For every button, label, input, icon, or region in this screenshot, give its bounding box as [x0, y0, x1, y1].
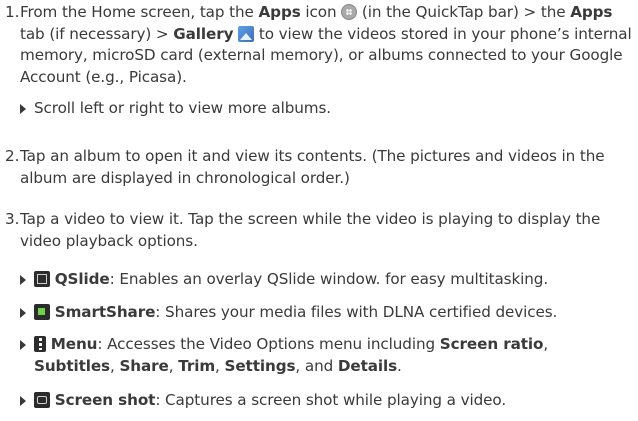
step-number: 2. — [5, 147, 20, 165]
screenshot-icon — [34, 392, 50, 408]
menu-icon — [34, 336, 46, 352]
step-number: 1. — [5, 3, 20, 21]
apps-icon — [341, 4, 358, 20]
smartshare-icon — [34, 304, 50, 320]
step-number: 3. — [5, 210, 20, 228]
step-3: 3. Tap a video to view it. Tap the scree… — [0, 209, 632, 252]
bullet-arrow-icon — [20, 396, 26, 406]
step-2: 2. Tap an album to open it and view its … — [0, 146, 632, 189]
bullet-arrow-icon — [20, 275, 26, 285]
bullet-item: Scroll left or right to view more albums… — [20, 98, 632, 120]
gallery-icon — [238, 25, 255, 42]
option-menu: Menu: Accesses the Video Options menu in… — [20, 334, 632, 377]
bullet-arrow-icon — [20, 104, 26, 114]
option-smartshare: SmartShare: Shares your media files with… — [20, 302, 632, 324]
step-3-text: Tap a video to view it. Tap the screen w… — [20, 210, 601, 250]
bullet-arrow-icon — [20, 340, 26, 350]
option-screenshot: Screen shot: Captures a screen shot whil… — [20, 390, 632, 412]
option-qslide: QSlide: Enables an overlay QSlide window… — [20, 269, 632, 291]
step-1-text: From the Home screen, tap the Apps icon … — [20, 3, 632, 86]
qslide-icon — [34, 271, 50, 287]
step-2-text: Tap an album to open it and view its con… — [20, 147, 605, 187]
bullet-arrow-icon — [20, 308, 26, 318]
step-1: 1. From the Home screen, tap the Apps ic… — [0, 2, 632, 88]
